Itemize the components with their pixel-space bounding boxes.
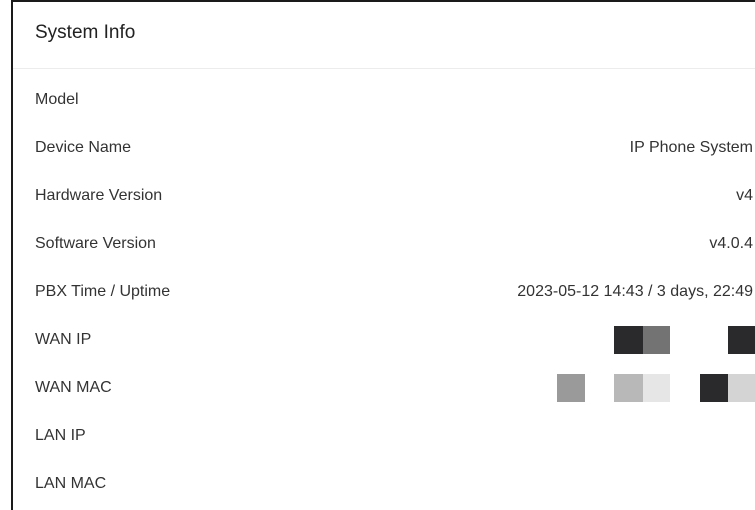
mosaic-block: [614, 326, 643, 354]
pbx-time-uptime-label: PBX Time / Uptime: [35, 283, 171, 300]
software-version-value: v4.0.4: [709, 235, 753, 252]
wan-mac-redaction-graphic: [557, 374, 755, 402]
pbx-time-uptime-value: 2023-05-12 14:43 / 3 days, 22:49: [517, 283, 753, 300]
info-row-model: Model: [13, 69, 755, 117]
system-info-panel: System Info Model Device Name IP Phone S…: [11, 0, 755, 510]
info-row-software-version: Software Version v4.0.4: [13, 213, 755, 261]
lan-ip-label: LAN IP: [35, 427, 86, 444]
info-row-device-name: Device Name IP Phone System: [13, 117, 755, 165]
wan-ip-label: WAN IP: [35, 331, 92, 348]
info-rows: Model Device Name IP Phone System Hardwa…: [13, 69, 755, 501]
info-row-lan-ip: LAN IP: [13, 405, 755, 453]
mosaic-block: [728, 326, 755, 354]
mosaic-block: [557, 374, 585, 402]
device-name-value: IP Phone System: [629, 139, 753, 156]
wan-ip-redaction-mosaic: [614, 326, 755, 354]
panel-header: System Info: [13, 2, 755, 69]
hardware-version-label: Hardware Version: [35, 187, 163, 204]
mosaic-block: [643, 374, 670, 402]
mosaic-block: [614, 374, 643, 402]
mosaic-block: [643, 326, 670, 354]
info-row-wan-mac: WAN MAC: [13, 357, 755, 405]
panel-title: System Info: [35, 22, 136, 43]
info-row-wan-ip: WAN IP: [13, 309, 755, 357]
wan-mac-redaction-mosaic: [557, 374, 755, 402]
mosaic-block: [700, 374, 728, 402]
mosaic-block: [728, 374, 755, 402]
lan-mac-label: LAN MAC: [35, 475, 107, 492]
device-name-label: Device Name: [35, 139, 132, 156]
hardware-version-value: v4: [736, 187, 753, 204]
info-row-hardware-version: Hardware Version v4: [13, 165, 755, 213]
info-row-pbx-time-uptime: PBX Time / Uptime 2023-05-12 14:43 / 3 d…: [13, 261, 755, 309]
model-label: Model: [35, 91, 79, 108]
info-row-lan-mac: LAN MAC: [13, 453, 755, 501]
software-version-label: Software Version: [35, 235, 156, 252]
wan-ip-redaction-graphic: [614, 326, 755, 354]
wan-mac-label: WAN MAC: [35, 379, 112, 396]
